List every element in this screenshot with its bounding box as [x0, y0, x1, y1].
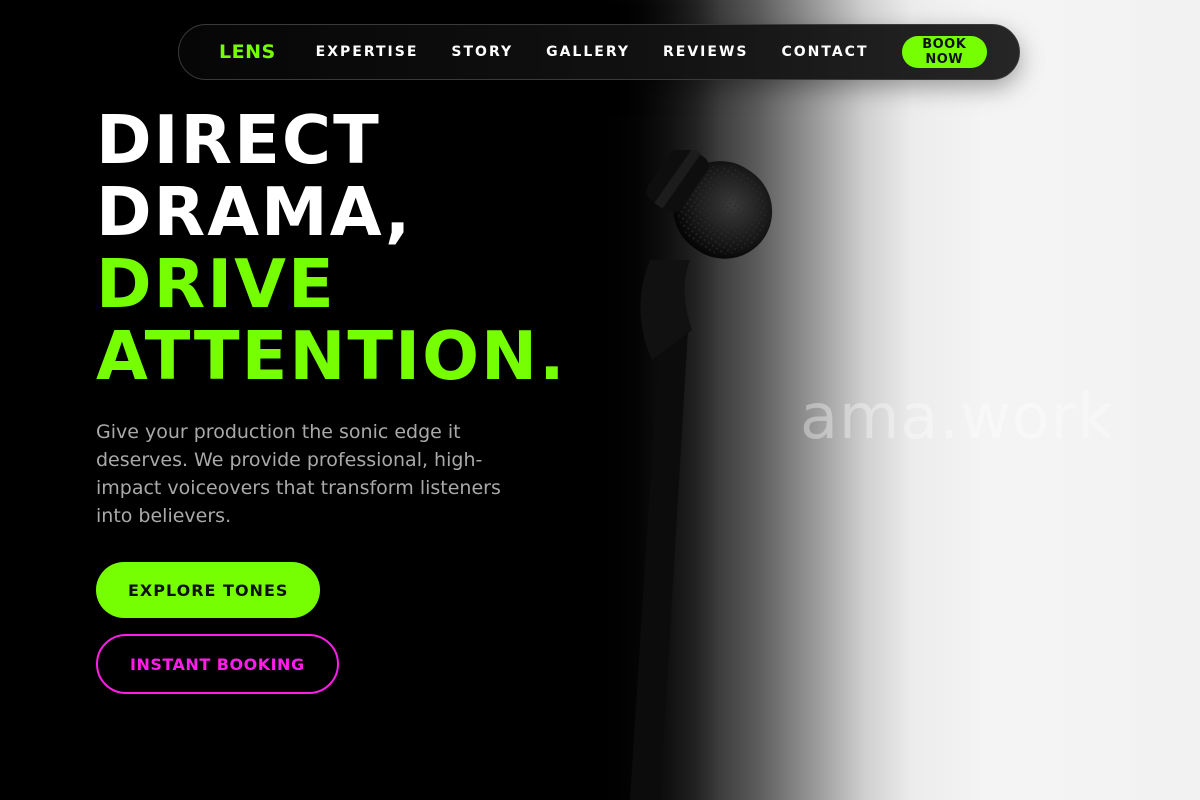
instant-booking-button[interactable]: INSTANT BOOKING [96, 634, 339, 694]
nav-link-expertise[interactable]: EXPERTISE [316, 44, 419, 60]
nav-link-gallery[interactable]: GALLERY [546, 44, 630, 60]
brand-logo[interactable]: LENS [219, 41, 276, 63]
background-watermark: ama.work [800, 380, 1115, 453]
headline-accent-line-1: DRIVE [96, 245, 336, 323]
nav-link-story[interactable]: STORY [451, 44, 513, 60]
nav-link-reviews[interactable]: REVIEWS [663, 44, 748, 60]
explore-tones-button[interactable]: EXPLORE TONES [96, 562, 321, 618]
headline-accent-line-2: ATTENTION. [96, 317, 567, 395]
hero-subtitle: Give your production the sonic edge it d… [96, 421, 501, 527]
top-navigation: LENS EXPERTISE STORY GALLERY REVIEWS CON… [178, 24, 1020, 80]
nav-links: EXPERTISE STORY GALLERY REVIEWS CONTACT [316, 44, 902, 60]
nav-link-contact[interactable]: CONTACT [781, 44, 868, 60]
microphone-icon [630, 150, 773, 800]
headline-line-2: DRAMA, [96, 173, 413, 251]
book-now-button[interactable]: BOOK NOW [901, 36, 987, 68]
headline-line-1: DIRECT [96, 101, 381, 179]
hero-headline: DIRECT DRAMA, DRIVE ATTENTION. [96, 104, 567, 392]
